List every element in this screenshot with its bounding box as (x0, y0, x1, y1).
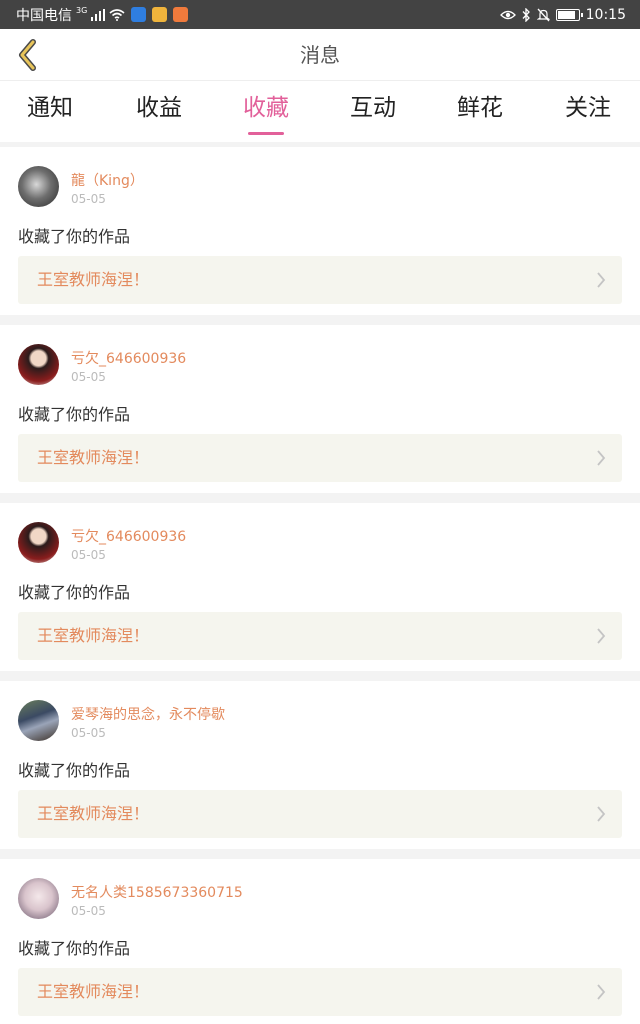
message-item: 爱琴海的思念，永不停歇 05-05 收藏了你的作品 王室教师海涅！ (0, 681, 640, 849)
work-link[interactable]: 王室教师海涅！ (18, 612, 622, 660)
message-action: 收藏了你的作品 (18, 583, 131, 602)
message-item: 亏欠_646600936 05-05 收藏了你的作品 王室教师海涅！ (0, 325, 640, 493)
status-bar-right: 10:15 (499, 0, 626, 29)
work-link[interactable]: 王室教师海涅！ (18, 434, 622, 482)
status-bar-left: 中国电信 3G (16, 0, 189, 29)
work-link[interactable]: 王室教师海涅！ (18, 256, 622, 304)
mute-bell-icon (536, 8, 550, 21)
message-item: 龍（King） 05-05 收藏了你的作品 王室教师海涅！ (0, 147, 640, 315)
message-item: 无名人类1585673360715 05-05 收藏了你的作品 王室教师海涅！ (0, 859, 640, 1024)
avatar[interactable] (18, 700, 59, 741)
message-item: 亏欠_646600936 05-05 收藏了你的作品 王室教师海涅！ (0, 503, 640, 671)
message-date: 05-05 (71, 192, 106, 206)
chevron-right-icon (597, 450, 606, 466)
top-nav-bar: 消息 (0, 29, 640, 81)
eye-icon (499, 10, 516, 19)
user-name[interactable]: 亏欠_646600936 (71, 526, 186, 546)
avatar[interactable] (18, 344, 59, 385)
tab-notifications[interactable]: 通知 (10, 82, 90, 142)
message-date: 05-05 (71, 370, 106, 384)
message-action: 收藏了你的作品 (18, 939, 131, 958)
active-tab-indicator (248, 132, 284, 135)
user-name[interactable]: 爱琴海的思念，永不停歇 (71, 704, 225, 724)
work-link[interactable]: 王室教师海涅！ (18, 790, 622, 838)
clock: 10:15 (585, 6, 626, 23)
grid-app-icon (152, 7, 168, 22)
carrier-name: 中国电信 (16, 7, 72, 24)
work-title: 王室教师海涅！ (37, 626, 150, 645)
chevron-right-icon (597, 984, 606, 1000)
work-link[interactable]: 王室教师海涅！ (18, 968, 622, 1016)
tab-interactions[interactable]: 互动 (333, 82, 413, 142)
tab-earnings[interactable]: 收益 (119, 82, 199, 142)
user-name[interactable]: 亏欠_646600936 (71, 348, 186, 368)
message-action: 收藏了你的作品 (18, 405, 131, 424)
avatar[interactable] (18, 166, 59, 207)
work-title: 王室教师海涅！ (37, 448, 150, 467)
work-title: 王室教师海涅！ (37, 982, 150, 1001)
chevron-right-icon (597, 806, 606, 822)
tab-following[interactable]: 关注 (548, 82, 628, 142)
message-action: 收藏了你的作品 (18, 761, 131, 780)
chevron-left-icon (19, 39, 36, 71)
message-list: 龍（King） 05-05 收藏了你的作品 王室教师海涅！ 亏欠_6466009… (0, 142, 640, 1024)
work-title: 王室教师海涅！ (37, 804, 150, 823)
message-date: 05-05 (71, 904, 106, 918)
signal-icon (91, 8, 106, 21)
user-name[interactable]: 龍（King） (71, 170, 144, 190)
message-date: 05-05 (71, 548, 106, 562)
page-title: 消息 (300, 43, 340, 67)
category-tabs: 通知 收益 收藏 互动 鲜花 关注 (0, 82, 640, 142)
battery-icon (555, 8, 583, 21)
message-action: 收藏了你的作品 (18, 227, 131, 246)
user-name[interactable]: 无名人类1585673360715 (71, 882, 243, 902)
chevron-right-icon (597, 628, 606, 644)
avatar[interactable] (18, 522, 59, 563)
status-bar: 中国电信 3G 10:15 (0, 0, 640, 29)
avatar[interactable] (18, 878, 59, 919)
message-date: 05-05 (71, 726, 106, 740)
chevron-right-icon (597, 272, 606, 288)
bluetooth-icon (522, 7, 530, 22)
work-title: 王室教师海涅！ (37, 270, 150, 289)
network-type: 3G (76, 6, 88, 15)
shield-app-icon (131, 7, 147, 22)
back-button[interactable] (8, 35, 48, 75)
orange-app-icon (173, 7, 189, 22)
wifi-icon (109, 8, 125, 21)
tab-flowers[interactable]: 鲜花 (440, 82, 520, 142)
